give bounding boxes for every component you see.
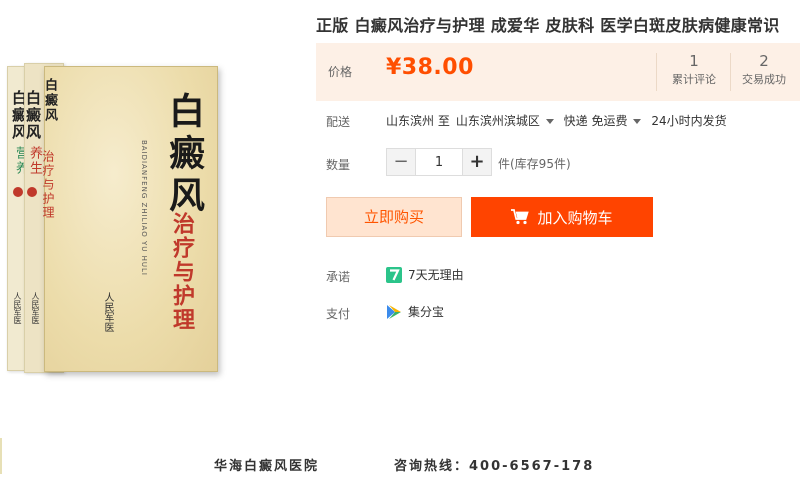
publisher-logo-spine-2: 人民军医 xyxy=(13,292,22,324)
reviews-label: 累计评论 xyxy=(672,73,716,86)
shopping-cart-icon xyxy=(511,209,530,225)
footer-decor-bar xyxy=(0,438,2,474)
payment-item[interactable]: 集分宝 xyxy=(386,303,444,320)
promise-label: 承诺 xyxy=(326,270,351,284)
cover-pinyin: BAIDIANFENG ZHILIAO YU HULI xyxy=(140,140,148,276)
quantity-decrease-button[interactable]: − xyxy=(387,149,415,175)
jifenbao-icon xyxy=(386,304,402,320)
publisher-logo-spine: 人民军医 xyxy=(31,292,40,324)
seven-day-return-icon xyxy=(386,266,402,283)
price-panel: 价格 ¥38.00 1 累计评论 2 交易成功 xyxy=(316,43,800,101)
delivery-row: 山东滨州 至 山东滨州滨城区 快递 免运费 24小时内发货 xyxy=(386,112,733,129)
chevron-down-icon xyxy=(633,119,642,124)
quantity-increase-button[interactable]: + xyxy=(463,149,491,175)
price-value: ¥38.00 xyxy=(386,55,474,80)
sales-count: 2 xyxy=(759,52,769,70)
front-spine-subtitle: 治疗与护理 xyxy=(41,150,55,220)
delivery-destination: 山东滨州滨城区 xyxy=(455,114,540,128)
delivery-label: 配送 xyxy=(326,115,351,129)
add-to-cart-label: 加入购物车 xyxy=(537,208,613,227)
publisher-logo: 人民军医 xyxy=(102,292,113,332)
product-image[interactable]: 白癜风 营养 白癜风 养生 白癜风 治疗与护理 白癜风 BAIDIANFENG … xyxy=(0,0,300,430)
quantity-stepper: − + xyxy=(386,148,492,176)
promise-text: 7天无理由 xyxy=(408,268,464,282)
reviews-count: 1 xyxy=(689,52,699,70)
footer-hospital-name: 华海白癜风医院 xyxy=(214,459,320,474)
product-title: 正版 白癜风治疗与护理 成爱华 皮肤科 医学白斑皮肤病健康常识 xyxy=(316,16,780,35)
spine-seal-health xyxy=(27,187,37,197)
shipping-method-select[interactable]: 快递 免运费 xyxy=(564,112,652,129)
front-spine-title: 白癜风 xyxy=(42,78,57,123)
spine-seal-nutrition xyxy=(13,187,23,197)
reviews-stat[interactable]: 1 累计评论 xyxy=(658,51,730,89)
delivery-from: 山东滨州 至 xyxy=(386,114,450,128)
cover-title: 白癜风 xyxy=(163,92,205,218)
shipping-method: 快递 免运费 xyxy=(563,114,628,128)
delivery-destination-select[interactable]: 山东滨州滨城区 xyxy=(456,112,564,129)
sales-label: 交易成功 xyxy=(742,73,786,86)
promise-item[interactable]: 7天无理由 xyxy=(386,266,464,283)
dispatch-time: 24小时内发货 xyxy=(651,114,727,128)
payment-label: 支付 xyxy=(326,307,351,321)
stock-info: 件(库存95件) xyxy=(498,157,571,171)
cover-subtitle: 治疗与护理 xyxy=(169,212,195,332)
price-label: 价格 xyxy=(328,65,353,79)
quantity-label: 数量 xyxy=(326,158,351,172)
stat-divider xyxy=(656,53,657,91)
chevron-down-icon xyxy=(545,119,554,124)
payment-text: 集分宝 xyxy=(408,305,445,319)
footer-hotline: 咨询热线：400-6567-178 xyxy=(394,459,595,474)
sales-stat[interactable]: 2 交易成功 xyxy=(728,51,800,89)
add-to-cart-button[interactable]: 加入购物车 xyxy=(471,197,653,237)
buy-now-button[interactable]: 立即购买 xyxy=(326,197,462,237)
quantity-input[interactable] xyxy=(415,149,463,175)
